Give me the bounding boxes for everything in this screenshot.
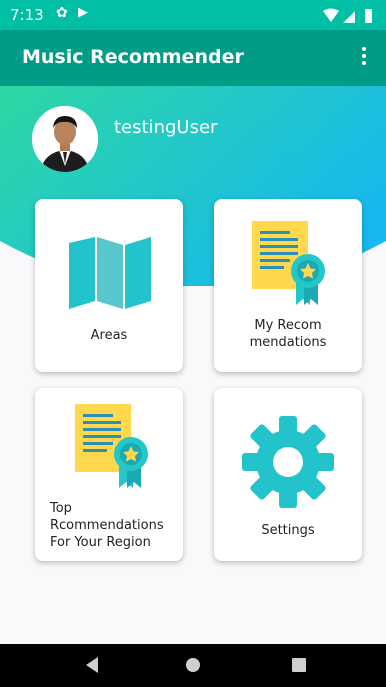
recents-icon[interactable] — [292, 658, 306, 672]
gear-icon — [242, 416, 334, 508]
navigation-bar — [0, 644, 386, 687]
home-icon[interactable] — [185, 657, 201, 673]
map-icon — [69, 237, 151, 309]
settings-card[interactable]: Settings — [214, 388, 362, 561]
my-recommendations-card[interactable]: My Recom mendations — [214, 199, 362, 372]
certificate-icon — [75, 404, 148, 488]
back-icon[interactable] — [84, 656, 100, 674]
certificate-icon — [252, 221, 325, 305]
status-time: 7:13 — [10, 6, 44, 24]
play-store-icon: ▶ — [78, 5, 88, 20]
avatar[interactable] — [32, 106, 98, 172]
my-recommendations-label: My Recom mendations — [249, 318, 327, 350]
top-recommendations-card[interactable]: Top Rcommendations For Your Region — [35, 388, 183, 561]
battery-icon — [365, 9, 372, 23]
app-title: Music Recommender — [22, 46, 244, 68]
app-bar: Music Recommender — [0, 30, 386, 86]
areas-card[interactable]: Areas — [35, 199, 183, 372]
more-vert-icon[interactable] — [352, 44, 376, 72]
status-icons — [323, 8, 372, 23]
top-recommendations-label: Top Rcommendations For Your Region — [50, 501, 164, 550]
wifi-icon — [323, 8, 339, 22]
username: testingUser — [114, 117, 218, 138]
settings-label: Settings — [261, 523, 315, 538]
gear-icon: ✿ — [56, 5, 68, 21]
areas-label: Areas — [90, 328, 128, 343]
signal-icon — [343, 11, 355, 23]
status-bar: 7:13 ✿ ▶ — [0, 0, 386, 30]
